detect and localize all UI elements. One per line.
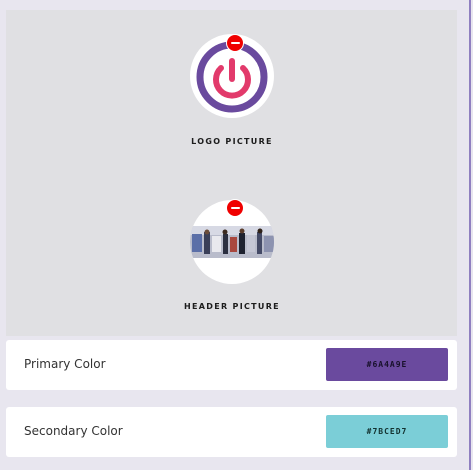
logo-picture-label: LOGO PICTURE	[191, 137, 273, 146]
primary-color-row: Primary Color #6A4A9E	[6, 340, 457, 390]
remove-icon	[230, 42, 240, 44]
remove-logo-button[interactable]	[226, 34, 244, 52]
remove-header-button[interactable]	[226, 199, 244, 217]
header-picture-label: HEADER PICTURE	[184, 302, 280, 311]
primary-color-label: Primary Color	[24, 357, 106, 371]
secondary-color-label: Secondary Color	[24, 424, 123, 438]
remove-icon	[230, 207, 240, 209]
primary-color-swatch[interactable]: #6A4A9E	[326, 348, 448, 381]
header-photo	[190, 226, 274, 258]
scrollbar-edge	[469, 0, 471, 470]
secondary-color-row: Secondary Color #7BCED7	[6, 407, 457, 457]
secondary-color-swatch[interactable]: #7BCED7	[326, 415, 448, 448]
